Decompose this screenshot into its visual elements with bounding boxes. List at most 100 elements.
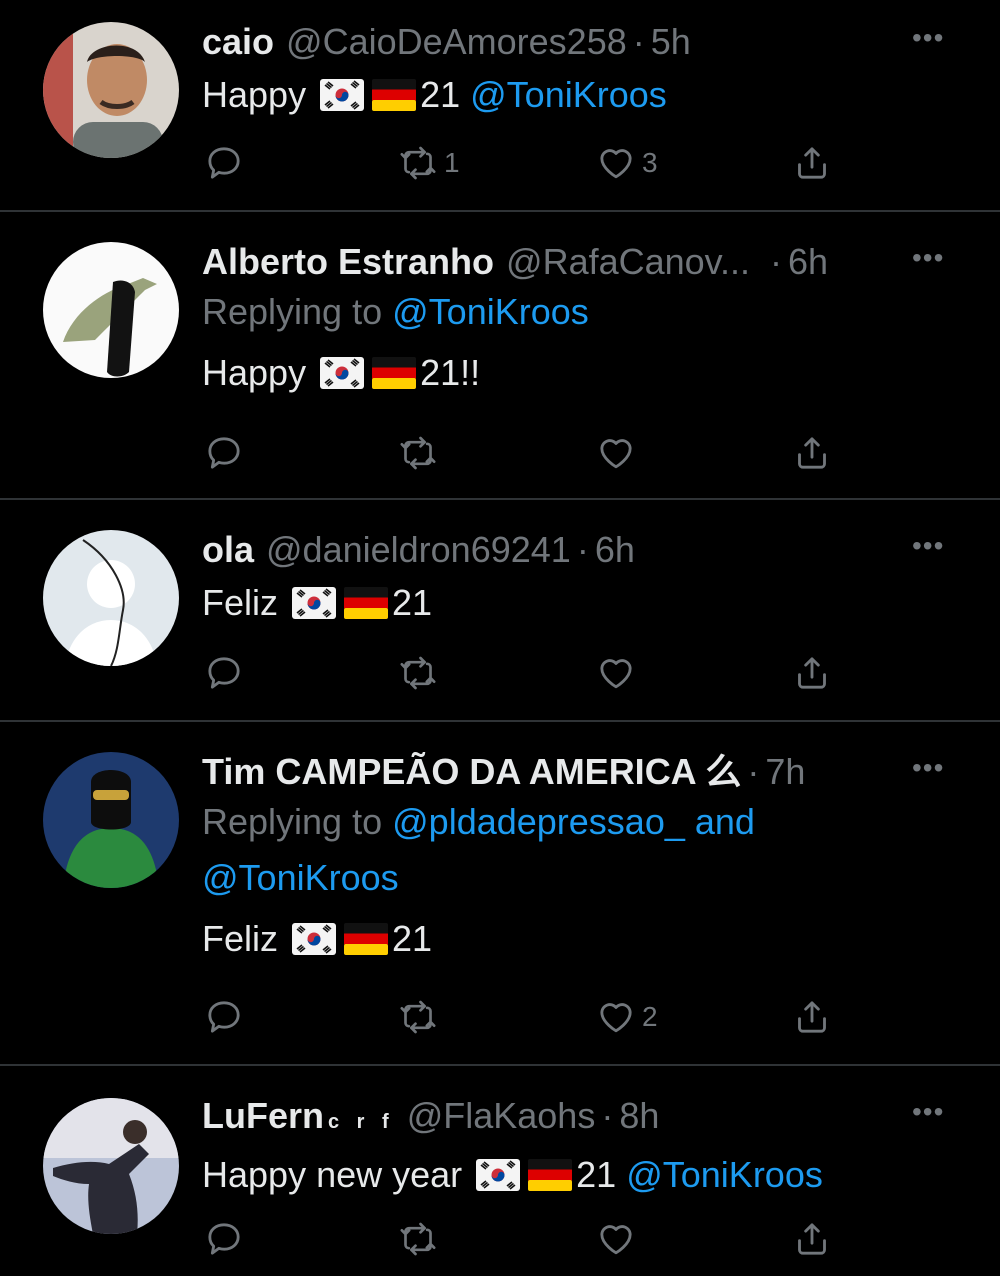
avatar[interactable]	[43, 242, 179, 378]
south-korea-flag-icon	[292, 923, 336, 955]
replying-to-mention[interactable]: @ToniKroos	[392, 291, 589, 332]
tweet-header: caio @CaioDeAmores258 · 5h	[202, 20, 1000, 64]
display-name[interactable]: Alberto Estranho	[202, 240, 494, 284]
tweet-text-suffix: 21!!	[420, 352, 481, 393]
heart-icon	[596, 1219, 636, 1259]
replying-to-label: Replying to	[202, 801, 383, 842]
retweet-button[interactable]	[398, 994, 444, 1040]
share-button[interactable]	[792, 140, 832, 186]
reply-icon	[204, 653, 244, 693]
tweet-text-suffix: 21	[420, 74, 461, 115]
display-name[interactable]: ola	[202, 528, 254, 572]
avatar[interactable]	[43, 1098, 179, 1234]
timestamp[interactable]: 7h	[765, 750, 805, 794]
reply-button[interactable]	[204, 430, 244, 476]
tweet[interactable]: Tim CAMPEÃO DA AMERICA 么 · 7h Replying t…	[0, 722, 1000, 1066]
heart-icon	[596, 143, 636, 183]
retweet-button[interactable]	[398, 1216, 444, 1262]
replying-to-and: and	[694, 801, 755, 842]
reply-button[interactable]	[204, 994, 244, 1040]
timestamp[interactable]: 5h	[651, 20, 691, 64]
timestamp[interactable]: 8h	[619, 1094, 659, 1138]
share-button[interactable]	[792, 430, 832, 476]
like-button[interactable]	[596, 430, 642, 476]
retweet-count: 1	[444, 147, 460, 178]
share-icon	[792, 997, 832, 1037]
tweet[interactable]: LuFern c r f @FlaKaohs · 8h Happy new ye…	[0, 1066, 1000, 1276]
display-name[interactable]: LuFern	[202, 1094, 324, 1138]
share-button[interactable]	[792, 1216, 832, 1262]
more-options-icon[interactable]: •••	[912, 754, 952, 782]
tweet-actions: 1 3	[202, 140, 842, 186]
reply-button[interactable]	[204, 140, 244, 186]
more-options-icon[interactable]: •••	[912, 244, 952, 272]
timestamp[interactable]: 6h	[788, 240, 828, 284]
retweet-icon	[398, 653, 438, 693]
display-name[interactable]: Tim CAMPEÃO DA AMERICA 么	[202, 750, 741, 794]
user-handle[interactable]: @CaioDeAmores258	[286, 20, 627, 64]
retweet-button[interactable]	[398, 650, 444, 696]
user-handle[interactable]: @FlaKaohs	[407, 1094, 596, 1138]
separator-dot: ·	[747, 751, 760, 792]
germany-flag-icon	[372, 79, 416, 111]
display-name[interactable]: caio	[202, 20, 274, 64]
south-korea-flag-icon	[476, 1159, 520, 1191]
tweet-text-prefix: Feliz	[202, 582, 279, 623]
tweet-text: Happy new year 21 @ToniKroos	[202, 1152, 1000, 1198]
timestamp[interactable]: 6h	[595, 528, 635, 572]
tweet-text-suffix: 21	[392, 918, 433, 959]
reply-icon	[204, 143, 244, 183]
tweet[interactable]: Alberto Estranho @RafaCanov... · 6h Repl…	[0, 212, 1000, 500]
user-handle[interactable]: @danieldron69241	[266, 528, 571, 572]
tweet-body: LuFern c r f @FlaKaohs · 8h Happy new ye…	[202, 1094, 1000, 1198]
like-button[interactable]	[596, 650, 642, 696]
tweet-text-prefix: Happy	[202, 74, 307, 115]
mention-link[interactable]: @ToniKroos	[470, 74, 667, 115]
more-options-icon[interactable]: •••	[912, 1098, 952, 1126]
tweet-actions	[202, 430, 842, 476]
user-handle[interactable]: @RafaCanov...	[506, 240, 750, 284]
tweet-header: ola @danieldron69241 · 6h	[202, 528, 1000, 572]
share-button[interactable]	[792, 994, 832, 1040]
tweet-text: Feliz 21	[202, 580, 1000, 626]
avatar[interactable]	[43, 752, 179, 888]
separator-dot: ·	[576, 529, 589, 570]
display-name-superscript: c r f	[328, 1111, 395, 1133]
replying-to-mention[interactable]: @pldadepressao_	[392, 801, 685, 842]
south-korea-flag-icon	[320, 79, 364, 111]
separator-dot: ·	[601, 1095, 614, 1136]
tweet-header: LuFern c r f @FlaKaohs · 8h	[202, 1094, 1000, 1144]
retweet-icon	[398, 433, 438, 473]
more-options-icon[interactable]: •••	[912, 532, 952, 560]
retweet-button[interactable]: 1	[398, 140, 460, 186]
replying-to-mention[interactable]: @ToniKroos	[202, 857, 399, 898]
tweet-body: ola @danieldron69241 · 6h Feliz 21	[202, 528, 1000, 626]
like-button[interactable]: 3	[596, 140, 658, 186]
germany-flag-icon	[344, 587, 388, 619]
tweet-text-prefix: Happy	[202, 352, 307, 393]
avatar[interactable]	[43, 530, 179, 666]
replying-to-label: Replying to	[202, 291, 383, 332]
mention-link[interactable]: @ToniKroos	[626, 1154, 823, 1195]
tweet-body: caio @CaioDeAmores258 · 5h Happy 21 @Ton…	[202, 20, 1000, 118]
reply-button[interactable]	[204, 1216, 244, 1262]
tweet[interactable]: caio @CaioDeAmores258 · 5h Happy 21 @Ton…	[0, 0, 1000, 212]
like-button[interactable]: 2	[596, 994, 658, 1040]
reply-button[interactable]	[204, 650, 244, 696]
retweet-button[interactable]	[398, 430, 444, 476]
avatar[interactable]	[43, 22, 179, 158]
separator-dot: ·	[770, 241, 783, 282]
more-options-icon[interactable]: •••	[912, 24, 952, 52]
tweet-text: Happy 21!!	[202, 350, 1000, 396]
replying-to-line: Replying to @pldadepressao_ and @ToniKro…	[202, 794, 1000, 906]
tweet-actions: 2	[202, 994, 842, 1040]
tweet-body: Tim CAMPEÃO DA AMERICA 么 · 7h Replying t…	[202, 750, 1000, 962]
like-button[interactable]	[596, 1216, 642, 1262]
like-count: 2	[642, 1001, 658, 1032]
retweet-icon	[398, 143, 438, 183]
share-button[interactable]	[792, 650, 832, 696]
reply-icon	[204, 997, 244, 1037]
heart-icon	[596, 653, 636, 693]
tweet[interactable]: ola @danieldron69241 · 6h Feliz 21 •••	[0, 500, 1000, 722]
share-icon	[792, 433, 832, 473]
